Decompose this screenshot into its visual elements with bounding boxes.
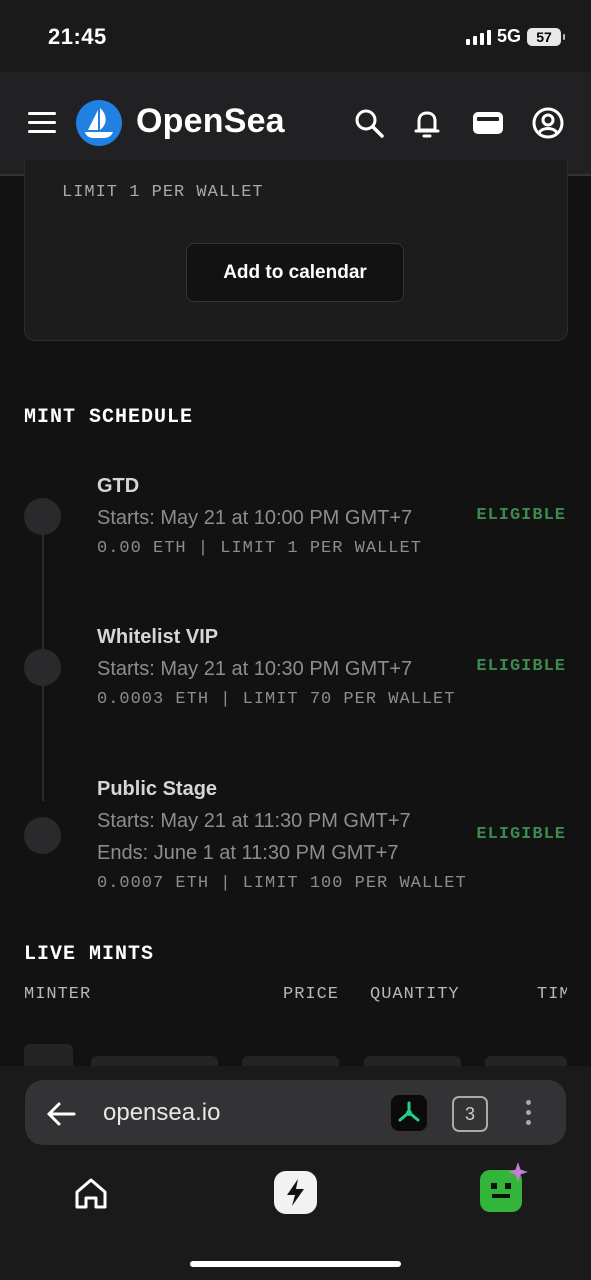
status-indicators: 5G 57 <box>465 26 565 47</box>
hamburger-menu-icon[interactable] <box>28 112 56 134</box>
stage-name: Whitelist VIP <box>97 626 219 648</box>
column-header-minter: MINTER <box>24 985 92 1004</box>
live-mints-title: LIVE MINTS <box>24 943 155 966</box>
battery-icon: 57 <box>527 27 565 46</box>
stage-name: Public Stage <box>97 778 218 800</box>
timeline-dot <box>24 498 61 535</box>
stage-start: Starts: May 21 at 11:30 PM GMT+7 <box>97 810 411 832</box>
eligible-badge: ELIGIBLE <box>476 506 566 525</box>
add-to-calendar-button[interactable]: Add to calendar <box>186 243 404 302</box>
home-icon[interactable] <box>72 1174 110 1212</box>
eligible-badge: ELIGIBLE <box>476 825 566 844</box>
opensea-logo-icon[interactable] <box>76 100 122 146</box>
extension-icon[interactable] <box>391 1095 427 1131</box>
status-bar: 21:45 5G 57 <box>0 0 591 72</box>
url-text[interactable]: opensea.io <box>103 1099 220 1127</box>
eligible-badge: ELIGIBLE <box>476 657 566 676</box>
wallet-icon[interactable] <box>471 106 505 140</box>
sparkle-icon <box>508 1162 528 1182</box>
bell-icon[interactable] <box>410 106 444 140</box>
tab-count-button[interactable]: 3 <box>452 1096 488 1132</box>
stage-price-limit: 0.0003 ETH | LIMIT 70 PER WALLET <box>97 690 456 709</box>
account-icon[interactable] <box>531 106 565 140</box>
mint-schedule-title: MINT SCHEDULE <box>24 406 194 429</box>
home-indicator[interactable] <box>190 1261 401 1267</box>
stage-start: Starts: May 21 at 10:30 PM GMT+7 <box>97 658 413 680</box>
network-label: 5G <box>496 26 521 46</box>
timeline-dot <box>24 817 61 854</box>
column-header-time: TIM <box>537 985 567 1004</box>
status-time: 21:45 <box>48 24 107 49</box>
stage-name: GTD <box>97 475 140 497</box>
limit-text: LIMIT 1 PER WALLET <box>62 183 264 202</box>
search-icon[interactable] <box>352 106 386 140</box>
bolt-icon[interactable] <box>274 1171 317 1214</box>
column-header-quantity: QUANTITY <box>370 985 460 1004</box>
brand-name[interactable]: OpenSea <box>136 102 285 141</box>
more-options-icon[interactable] <box>526 1100 534 1128</box>
battery-level: 57 <box>536 28 552 45</box>
timeline-dot <box>24 649 61 686</box>
stage-price-limit: 0.0007 ETH | LIMIT 100 PER WALLET <box>97 874 467 893</box>
back-arrow-icon[interactable] <box>44 1097 78 1131</box>
stage-price-limit: 0.00 ETH | LIMIT 1 PER WALLET <box>97 539 422 558</box>
stage-start: Starts: May 21 at 10:00 PM GMT+7 <box>97 507 413 529</box>
stage-end: Ends: June 1 at 11:30 PM GMT+7 <box>97 842 399 864</box>
signal-icon <box>465 29 491 45</box>
column-header-price: PRICE <box>283 985 340 1004</box>
